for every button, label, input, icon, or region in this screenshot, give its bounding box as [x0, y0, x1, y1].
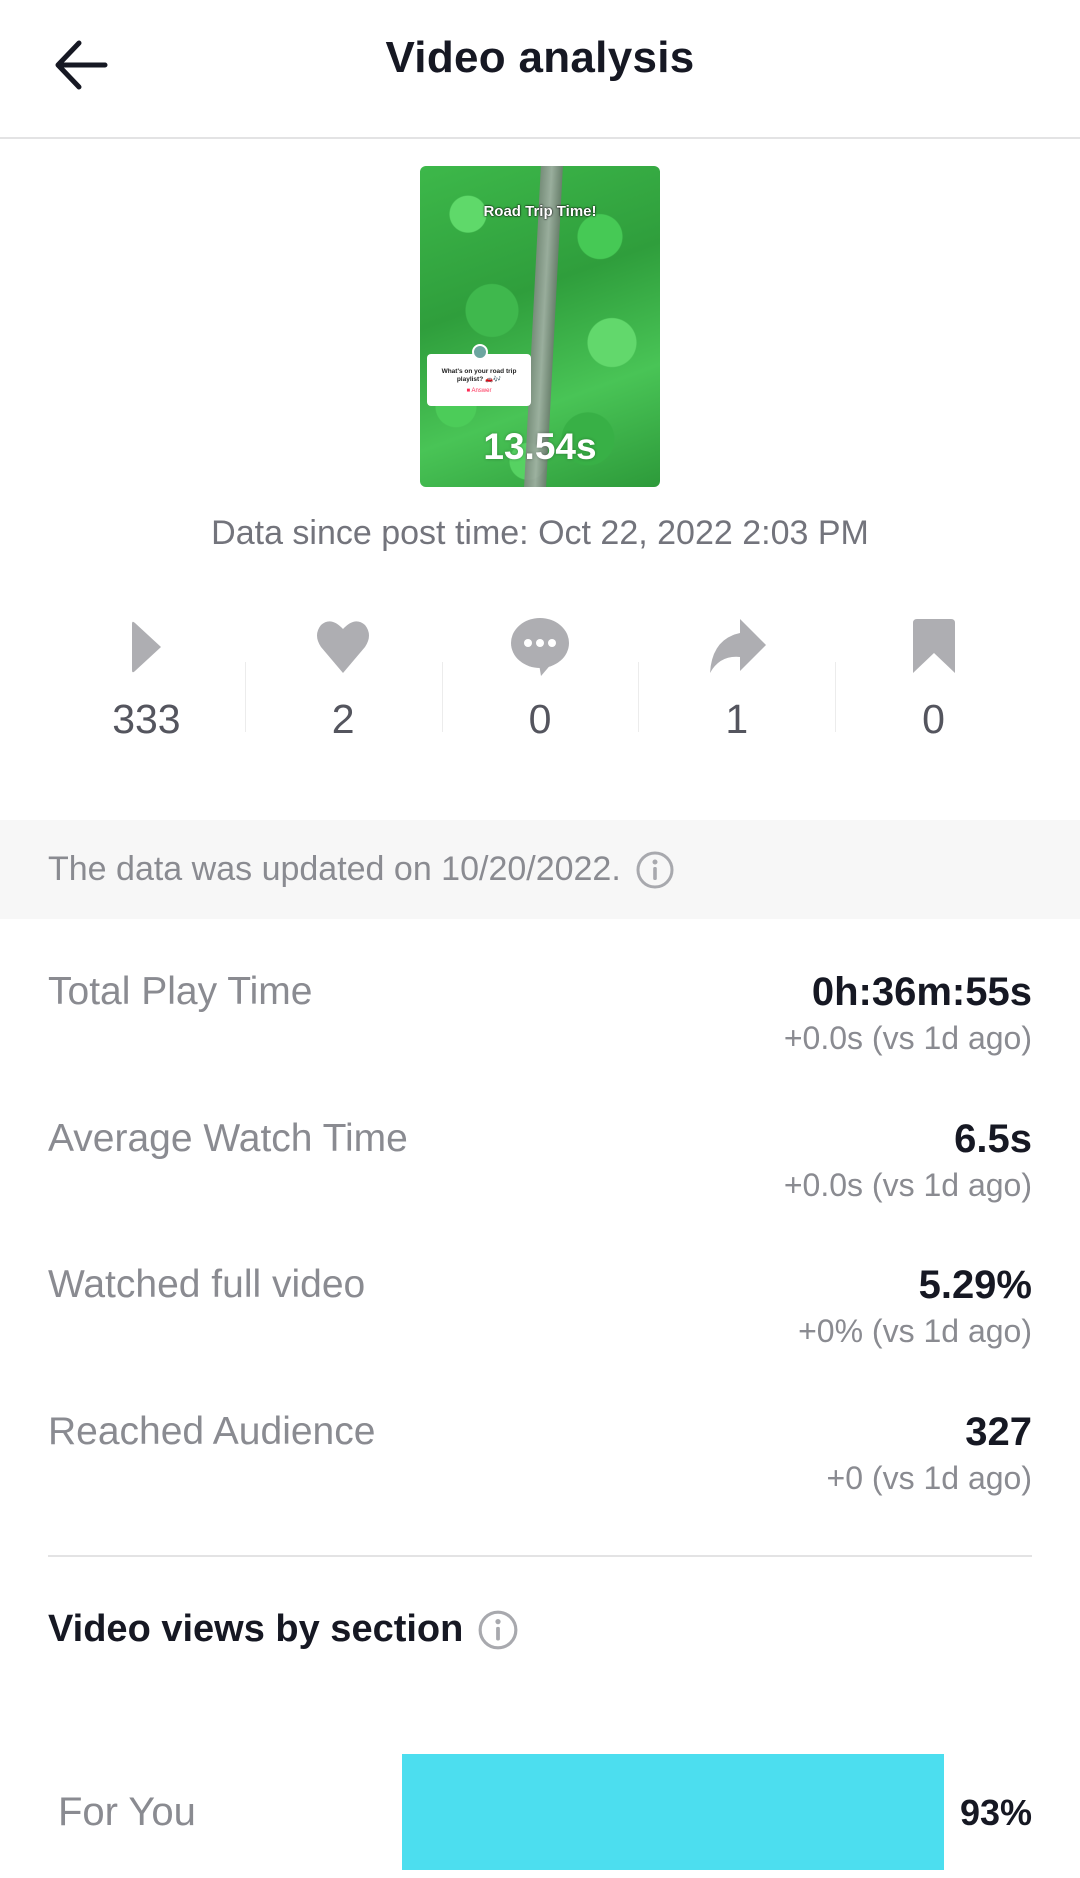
data-updated-banner: The data was updated on 10/20/2022.: [0, 820, 1080, 919]
likes-count: 2: [331, 696, 355, 742]
metric-reached-audience: Reached Audience 327 +0 (vs 1d ago): [48, 1410, 1032, 1520]
data-updated-text: The data was updated on 10/20/2022.: [48, 850, 621, 888]
metric-total-play-time: Total Play Time 0h:36m:55s +0.0s (vs 1d …: [48, 970, 1032, 1080]
metric-label: Watched full video: [48, 1263, 366, 1306]
section-bar-track: [402, 1754, 985, 1870]
share-icon: [702, 612, 772, 682]
metric-label: Reached Audience: [48, 1410, 376, 1453]
page-title: Video analysis: [385, 33, 695, 82]
stat-likes: 2: [244, 612, 442, 762]
views-section-row: For You 93%: [48, 1754, 1032, 1870]
info-icon[interactable]: [477, 1609, 519, 1651]
heart-icon: [308, 612, 378, 682]
metric-value: 0h:36m:55s: [811, 970, 1032, 1014]
sticker-avatar: [472, 344, 488, 360]
play-icon: [111, 612, 181, 682]
views-count: 333: [112, 696, 181, 742]
metric-label: Total Play Time: [48, 970, 313, 1013]
metric-average-watch-time: Average Watch Time 6.5s +0.0s (vs 1d ago…: [48, 1117, 1032, 1227]
section-bar-fill: [402, 1754, 945, 1870]
stat-comments: 0: [441, 612, 639, 762]
section-title: Video views by section: [48, 1608, 464, 1650]
metric-value: 327: [965, 1410, 1032, 1454]
metric-delta: +0.0s (vs 1d ago): [783, 1167, 1032, 1203]
stat-views: 333: [48, 612, 245, 762]
header-bar: Video analysis: [0, 0, 1080, 139]
metric-delta: +0% (vs 1d ago): [798, 1313, 1032, 1349]
section-label: For You: [58, 1790, 196, 1834]
question-text: What's on your road trip playlist? 🚗🎶: [441, 368, 517, 383]
engagement-stats: 333 2 0 1 0: [48, 612, 1032, 762]
stat-shares: 1: [638, 612, 835, 762]
video-caption: Road Trip Time!: [483, 203, 597, 220]
comment-icon: [505, 612, 575, 682]
metric-delta: +0 (vs 1d ago): [826, 1460, 1032, 1496]
section-divider: [48, 1555, 1032, 1557]
metric-delta: +0.0s (vs 1d ago): [783, 1020, 1032, 1056]
views-by-section-header: Video views by section: [48, 1608, 519, 1651]
post-time-text: Data since post time: Oct 22, 2022 2:03 …: [211, 514, 869, 552]
video-thumbnail[interactable]: Road Trip Time! What's on your road trip…: [420, 166, 660, 487]
comments-count: 0: [528, 696, 552, 742]
metric-value: 6.5s: [954, 1117, 1032, 1161]
stat-saves: 0: [835, 612, 1032, 762]
video-duration: 13.54s: [483, 426, 597, 467]
bookmark-icon: [899, 612, 969, 682]
video-camera-icon: ■: [466, 388, 471, 394]
question-sticker: What's on your road trip playlist? 🚗🎶 ■ …: [427, 344, 531, 406]
answer-label: ■ Answer: [466, 388, 492, 394]
shares-count: 1: [725, 696, 749, 742]
section-percent: 93%: [959, 1792, 1032, 1833]
metric-watched-full-video: Watched full video 5.29% +0% (vs 1d ago): [48, 1263, 1032, 1373]
metric-label: Average Watch Time: [48, 1117, 408, 1160]
info-icon[interactable]: [635, 850, 675, 890]
metric-value: 5.29%: [918, 1263, 1032, 1307]
saves-count: 0: [922, 696, 945, 742]
